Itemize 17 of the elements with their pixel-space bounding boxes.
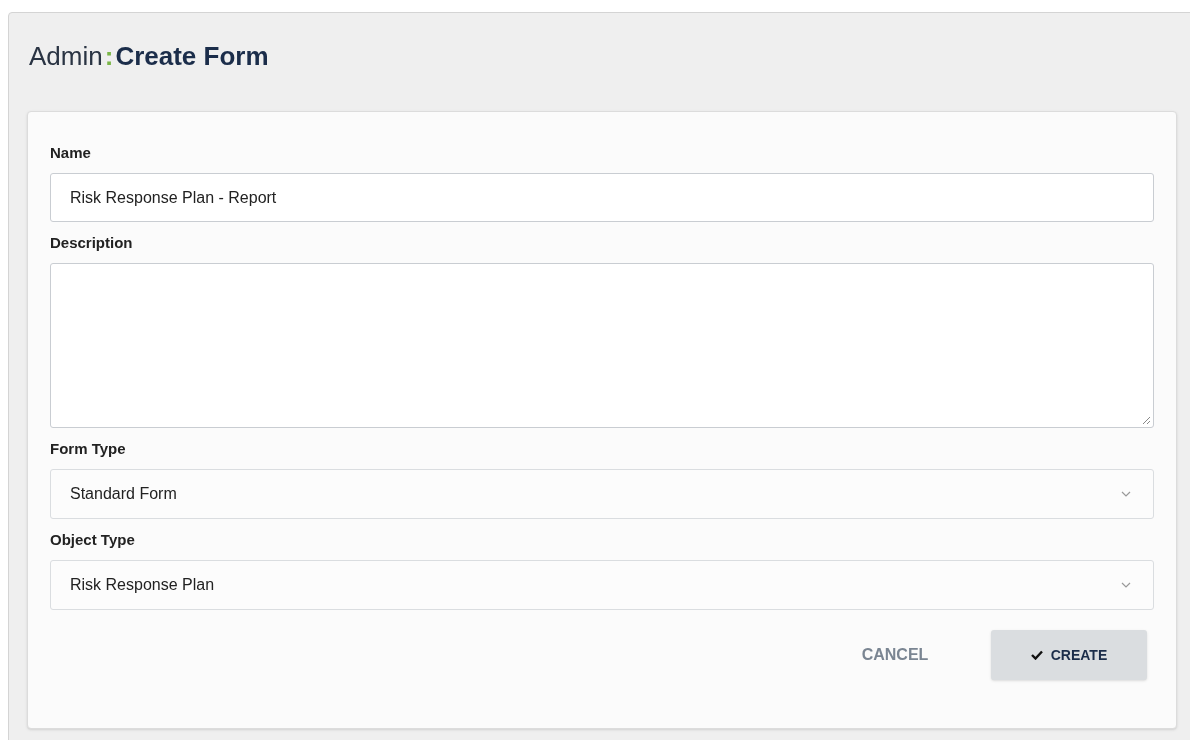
resize-handle-icon[interactable]: [1141, 415, 1151, 425]
select-field[interactable]: Risk Response Plan: [50, 560, 1154, 610]
section-label: Admin: [29, 40, 103, 73]
select-field[interactable]: Standard Form: [50, 469, 1154, 519]
create-button[interactable]: CREATE: [991, 630, 1147, 680]
page-title: Create Form: [115, 40, 269, 73]
name-input[interactable]: Risk Response Plan - Report: [50, 173, 1154, 222]
check-icon: [1030, 650, 1043, 660]
field-label: Form Type: [50, 439, 127, 459]
description-input[interactable]: [50, 263, 1154, 428]
chevron-down-icon: [1121, 582, 1131, 588]
field-label: Description: [50, 233, 134, 253]
cancel-button[interactable]: CANCEL: [817, 630, 973, 680]
chevron-down-icon: [1121, 491, 1131, 497]
field-label: Name: [50, 143, 92, 163]
title-separator: :: [104, 40, 114, 73]
field-label: Object Type: [50, 530, 136, 550]
